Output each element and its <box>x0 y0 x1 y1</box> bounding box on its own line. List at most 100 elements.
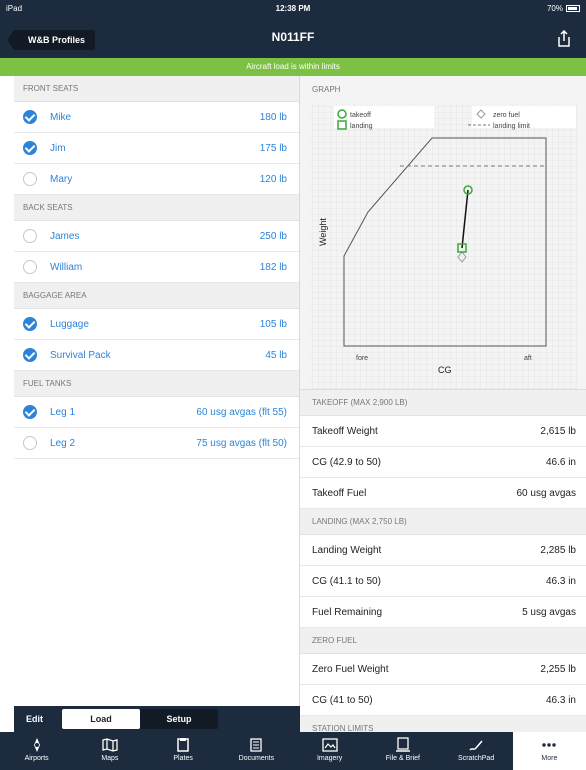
checkmark-icon[interactable] <box>23 405 37 419</box>
list-item[interactable]: Survival Pack 45 lb <box>14 340 299 371</box>
map-icon <box>102 738 118 752</box>
item-value: 105 lb <box>259 318 287 330</box>
section-header: FRONT SEATS <box>14 76 299 102</box>
item-value: 182 lb <box>259 261 287 273</box>
unchecked-circle-icon[interactable] <box>23 229 37 243</box>
zero-fuel-header: ZERO FUEL <box>300 628 586 654</box>
legend-takeoff: takeoff <box>350 112 371 119</box>
status-bar: iPad 12:38 PM 70% <box>0 0 586 18</box>
checkmark-icon[interactable] <box>23 317 37 331</box>
tab-setup[interactable]: Setup <box>140 709 218 729</box>
list-item[interactable]: Leg 2 75 usg avgas (flt 50) <box>14 428 299 459</box>
legend-zero-fuel: zero fuel <box>493 112 520 119</box>
tab-label: Imagery <box>316 755 343 762</box>
item-value: 120 lb <box>259 173 287 185</box>
battery-percent: 70% <box>546 4 563 13</box>
share-icon[interactable] <box>556 30 572 48</box>
row-label: Zero Fuel Weight <box>312 663 389 675</box>
landing-weight-row: Landing Weight 2,285 lb <box>300 535 586 566</box>
tab-documents[interactable]: Documents <box>220 732 293 770</box>
list-item[interactable]: Jim 175 lb <box>14 133 299 164</box>
landing-header: LANDING (MAX 2,750 LB) <box>300 509 586 535</box>
status-banner: Aircraft load is within limits <box>0 58 586 76</box>
item-value: 75 usg avgas (flt 50) <box>196 437 287 449</box>
item-name: Survival Pack <box>50 349 111 361</box>
tab-scratchpad[interactable]: ScratchPad <box>440 732 513 770</box>
checkmark-icon[interactable] <box>23 348 37 362</box>
unchecked-circle-icon[interactable] <box>23 436 37 450</box>
row-value: 60 usg avgas <box>516 487 577 499</box>
more-icon <box>542 743 557 747</box>
takeoff-header: TAKEOFF (MAX 2,900 LB) <box>300 390 586 416</box>
fuel-remaining-row: Fuel Remaining 5 usg avgas <box>300 597 586 628</box>
zero-fuel-weight-row: Zero Fuel Weight 2,255 lb <box>300 654 586 685</box>
section-header: BAGGAGE AREA <box>14 283 299 309</box>
legend-landing: landing <box>350 123 373 130</box>
takeoff-weight-row: Takeoff Weight 2,615 lb <box>300 416 586 447</box>
tab-imagery[interactable]: Imagery <box>293 732 366 770</box>
tab-load[interactable]: Load <box>62 709 140 729</box>
edit-button[interactable]: Edit <box>20 709 62 729</box>
tab-label: Documents <box>238 755 275 762</box>
item-value: 250 lb <box>259 230 287 242</box>
scratchpad-icon <box>469 740 483 751</box>
tab-airports[interactable]: Airports <box>0 732 73 770</box>
list-item[interactable]: Mary 120 lb <box>14 164 299 195</box>
tab-plates[interactable]: Plates <box>147 732 220 770</box>
row-value: 46.6 in <box>545 456 576 468</box>
tab-label: ScratchPad <box>458 755 495 762</box>
item-value: 60 usg avgas (flt 55) <box>196 406 287 418</box>
airport-icon <box>33 738 40 752</box>
item-name: Mike <box>50 111 72 123</box>
list-item[interactable]: William 182 lb <box>14 252 299 283</box>
x-axis-aft: aft <box>524 355 532 362</box>
list-item[interactable]: Leg 1 60 usg avgas (flt 55) <box>14 397 299 428</box>
item-name: Leg 2 <box>50 437 76 449</box>
legend-landing-limit: landing limit <box>493 123 530 130</box>
tab-maps[interactable]: Maps <box>73 732 146 770</box>
section-header: FUEL TANKS <box>14 371 299 397</box>
tab-label: More <box>541 755 558 762</box>
row-label: CG (42.9 to 50) <box>312 456 381 468</box>
checkmark-icon[interactable] <box>23 110 37 124</box>
row-value: 2,615 lb <box>540 425 576 437</box>
tab-label: File & Brief <box>385 755 420 762</box>
y-axis-label: Weight <box>318 218 328 246</box>
tab-label: Airports <box>24 755 49 762</box>
mode-segmented-control: Edit Load Setup <box>14 706 300 732</box>
cg-graph: GRAPH takeoff landing zero fuel landing … <box>300 76 586 390</box>
item-name: Jim <box>50 142 66 154</box>
battery-status: 70% <box>547 4 580 13</box>
page-title: N011FF <box>271 30 315 44</box>
list-item[interactable]: Luggage 105 lb <box>14 309 299 340</box>
row-label: Landing Weight <box>312 544 382 556</box>
status-time: 12:38 PM <box>275 4 311 13</box>
navigation-bar: W&B Profiles N011FF <box>0 18 586 58</box>
row-value: 5 usg avgas <box>522 606 576 618</box>
unchecked-circle-icon[interactable] <box>23 172 37 186</box>
checkmark-icon[interactable] <box>23 141 37 155</box>
tab-more[interactable]: More <box>512 732 586 770</box>
graph-header: GRAPH <box>312 85 341 94</box>
row-value: 2,285 lb <box>540 544 576 556</box>
tab-file-brief[interactable]: File & Brief <box>366 732 439 770</box>
row-value: 46.3 in <box>545 694 576 706</box>
landing-cg-row: CG (41.1 to 50) 46.3 in <box>300 566 586 597</box>
x-axis-fore: fore <box>356 355 368 362</box>
x-axis-label: CG <box>438 365 452 375</box>
battery-icon <box>566 5 580 12</box>
list-item[interactable]: Mike 180 lb <box>14 102 299 133</box>
item-value: 45 lb <box>265 349 287 361</box>
file-brief-icon <box>395 737 410 752</box>
zero-fuel-cg-row: CG (41 to 50) 46.3 in <box>300 685 586 716</box>
takeoff-cg-row: CG (42.9 to 50) 46.6 in <box>300 447 586 478</box>
results-panel: GRAPH takeoff landing zero fuel landing … <box>300 76 586 742</box>
unchecked-circle-icon[interactable] <box>23 260 37 274</box>
list-item[interactable]: James 250 lb <box>14 221 299 252</box>
item-value: 180 lb <box>259 111 287 123</box>
tab-label: Maps <box>101 755 119 762</box>
row-label: CG (41 to 50) <box>312 694 373 706</box>
item-name: Mary <box>50 173 73 185</box>
imagery-icon <box>321 738 338 752</box>
row-label: Fuel Remaining <box>312 606 383 618</box>
